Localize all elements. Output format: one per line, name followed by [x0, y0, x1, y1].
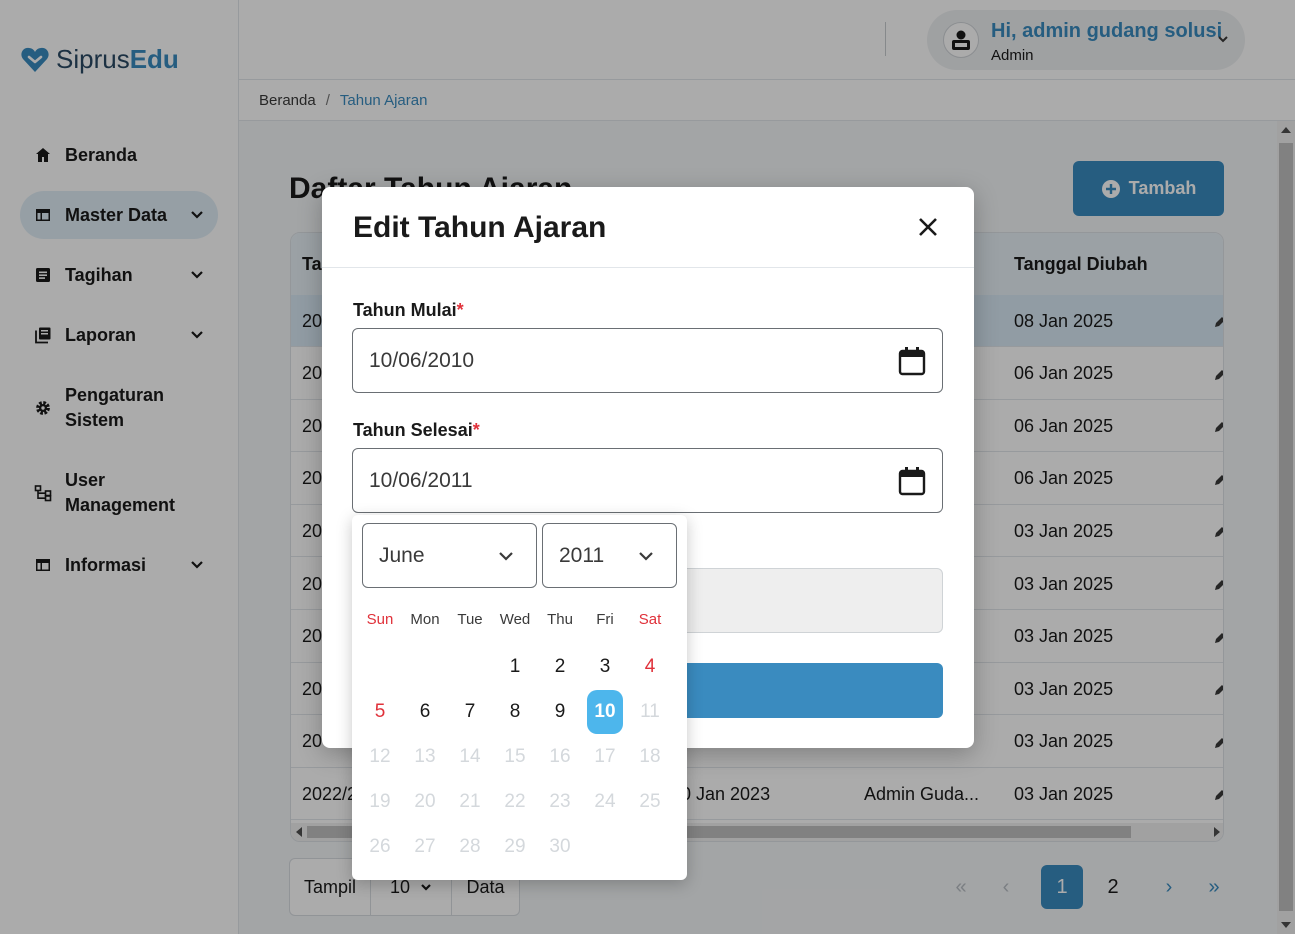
calendar-day[interactable]: 2 [542, 645, 578, 689]
weekday-header: Mon [410, 611, 440, 628]
month-value: June [379, 543, 425, 567]
weekday-header: Tue [457, 611, 483, 628]
modal-divider [322, 267, 974, 268]
start-year-input[interactable]: 10/06/2010 [352, 328, 943, 393]
weekday-header: Sun [366, 611, 394, 628]
datepicker-popup: June 2011 Sun Mon Tue Wed Thu Fri Sat 12345678… [352, 515, 687, 880]
calendar-day: 26 [369, 836, 391, 857]
calendar-day: 17 [594, 746, 616, 767]
month-select[interactable]: June [362, 523, 537, 588]
start-year-label: Tahun Mulai* [353, 300, 464, 320]
calendar-day[interactable]: 9 [542, 690, 578, 734]
calendar-day: 11 [640, 701, 660, 722]
calendar-day: 27 [414, 836, 436, 857]
close-icon[interactable] [916, 215, 940, 239]
calendar-day-selected[interactable]: 10 [587, 690, 623, 734]
weekday-header: Wed [499, 611, 531, 628]
year-select[interactable]: 2011 [542, 523, 677, 588]
calendar-day: 16 [549, 746, 571, 767]
calendar-icon[interactable] [898, 466, 926, 496]
end-year-label: Tahun Selesai* [353, 420, 480, 440]
calendar-day[interactable]: 5 [362, 690, 398, 734]
chevron-down-icon [639, 552, 653, 561]
weekday-header: Sat [638, 611, 662, 628]
calendar-day: 19 [369, 791, 391, 812]
end-year-input[interactable]: 10/06/2011 [352, 448, 943, 513]
chevron-down-icon [499, 552, 513, 561]
calendar-day: 18 [639, 746, 661, 767]
end-year-value: 10/06/2011 [369, 468, 473, 492]
calendar-day[interactable]: 3 [587, 645, 623, 689]
calendar-day: 22 [504, 791, 526, 812]
calendar-day: 14 [459, 746, 481, 767]
calendar-day[interactable]: 4 [632, 645, 668, 689]
calendar-icon[interactable] [898, 346, 926, 376]
weekday-header: Thu [547, 611, 573, 628]
start-year-value: 10/06/2010 [369, 348, 475, 372]
calendar-day[interactable]: 6 [407, 690, 443, 734]
calendar-day[interactable]: 8 [497, 690, 533, 734]
calendar-day: 13 [414, 746, 436, 767]
calendar-day: 25 [639, 791, 661, 812]
calendar-day: 20 [414, 791, 436, 812]
calendar-day: 15 [504, 746, 526, 767]
calendar-day[interactable]: 7 [452, 690, 488, 734]
modal-title: Edit Tahun Ajaran [353, 211, 607, 244]
calendar-day: 24 [594, 791, 616, 812]
calendar-day: 28 [459, 836, 481, 857]
year-value: 2011 [559, 543, 605, 567]
calendar-day: 29 [504, 836, 526, 857]
calendar-day[interactable]: 1 [497, 645, 533, 689]
calendar-day: 30 [549, 836, 571, 857]
calendar-day: 23 [549, 791, 571, 812]
weekday-header: Fri [596, 611, 614, 628]
calendar-day: 21 [459, 791, 481, 812]
calendar-day: 12 [369, 746, 391, 767]
